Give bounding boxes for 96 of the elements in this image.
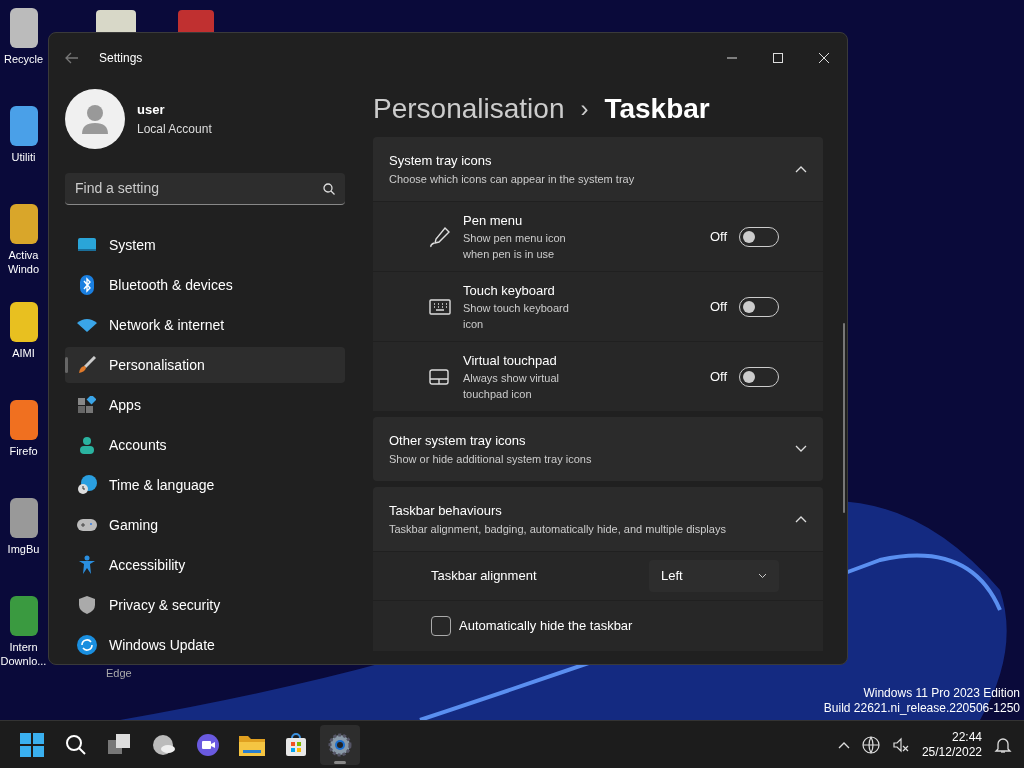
section-description: Taskbar alignment, badging, automatically hide, and multiple displays bbox=[389, 521, 727, 537]
speaker-muted-icon[interactable] bbox=[891, 735, 910, 754]
desktop-icon-label[interactable]: Activa Windo bbox=[7, 248, 40, 276]
sidebar-item[interactable]: Windows Update bbox=[65, 627, 345, 663]
sidebar-item[interactable]: Gaming bbox=[65, 507, 345, 543]
touchpad-icon bbox=[429, 368, 449, 385]
toggle-state-label: Off bbox=[709, 227, 727, 246]
windows-logo-icon[interactable] bbox=[20, 732, 44, 757]
shopping-bag-icon[interactable] bbox=[284, 732, 308, 757]
globe-icon[interactable] bbox=[861, 735, 880, 754]
search-icon[interactable] bbox=[65, 733, 87, 756]
setting-title: Taskbar alignment bbox=[431, 567, 537, 586]
desktop-app-icon[interactable] bbox=[9, 302, 38, 342]
desktop-icon-label[interactable]: ImgBu bbox=[7, 542, 40, 556]
sidebar-item[interactable]: Accessibility bbox=[65, 547, 345, 583]
search-icon bbox=[323, 182, 335, 195]
alignment-dropdown[interactable]: Left bbox=[649, 560, 779, 592]
desktop-app-icon[interactable] bbox=[9, 204, 38, 244]
expander-header[interactable]: Taskbar behaviours Taskbar alignment, badging, automatically hide, and multiple displays bbox=[373, 487, 823, 551]
chevron-down-icon bbox=[758, 573, 767, 579]
clock-time[interactable]: 22:44 bbox=[951, 729, 982, 745]
checkbox-label: Automatically hide the taskbar bbox=[459, 617, 633, 636]
section-description: Choose which icons can appear in the system tray bbox=[389, 171, 636, 187]
setting-description: Show pen menu icon when pen is in use bbox=[463, 231, 567, 263]
cloud-icon[interactable] bbox=[152, 733, 176, 756]
desktop-app-icon[interactable] bbox=[9, 498, 38, 538]
scrollbar-thumb[interactable] bbox=[843, 323, 845, 513]
sidebar-item[interactable]: Bluetooth & devices bbox=[65, 267, 345, 303]
setting-title: Virtual touchpad bbox=[463, 351, 558, 370]
gamepad-icon bbox=[77, 518, 97, 532]
search-field[interactable]: Find a setting bbox=[75, 178, 323, 199]
setting-title: Touch keyboard bbox=[463, 281, 556, 300]
breadcrumb-parent[interactable]: Personalisation bbox=[373, 88, 565, 130]
person-icon bbox=[79, 436, 95, 454]
desktop-icon-label[interactable]: AIMI bbox=[12, 346, 35, 360]
checkbox[interactable] bbox=[431, 616, 451, 636]
sidebar-item[interactable]: Apps bbox=[65, 387, 345, 423]
toggle-state-label: Off bbox=[709, 367, 727, 386]
desktop-app-icon[interactable] bbox=[9, 106, 38, 146]
page-title: Taskbar bbox=[604, 92, 710, 126]
shield-icon bbox=[79, 596, 95, 614]
desktop-app-icon[interactable] bbox=[9, 596, 38, 636]
window-title: Settings bbox=[99, 50, 143, 67]
avatar-icon bbox=[65, 89, 125, 149]
video-chat-icon[interactable] bbox=[196, 732, 220, 757]
maximize-icon bbox=[772, 52, 784, 64]
back-arrow-icon[interactable] bbox=[65, 52, 79, 64]
taskbar-button[interactable] bbox=[320, 724, 360, 765]
desktop-app-icon[interactable] bbox=[9, 400, 38, 440]
setting-description: Always show virtual touchpad icon bbox=[463, 371, 560, 403]
desktop-icon-label[interactable]: Edge bbox=[106, 666, 132, 680]
section-description: Show or hide additional system tray icons bbox=[389, 451, 593, 467]
search-box[interactable]: Find a setting bbox=[65, 173, 345, 205]
close-icon bbox=[818, 52, 830, 64]
wifi-icon bbox=[77, 318, 97, 332]
active-app-indicator bbox=[334, 760, 346, 764]
chevron-up-icon[interactable] bbox=[837, 740, 850, 749]
bluetooth-icon bbox=[79, 275, 95, 295]
section-title: Other system tray icons bbox=[389, 432, 527, 450]
breadcrumb-separator: › bbox=[580, 94, 589, 124]
account-type: Local Account bbox=[137, 120, 212, 138]
expander-header[interactable]: System tray icons Choose which icons can appear in the system tray bbox=[373, 137, 823, 201]
globe-clock-icon bbox=[77, 475, 97, 495]
apps-icon bbox=[78, 396, 96, 414]
section-title: Taskbar behaviours bbox=[389, 502, 503, 520]
edition-text: Build 22621.ni_release.220506-1250 bbox=[823, 701, 1020, 716]
desktop-icon-label[interactable]: Recycle bbox=[3, 52, 44, 66]
edition-text: Windows 11 Pro 2023 Edition bbox=[863, 686, 1020, 701]
clock-date[interactable]: 25/12/2022 bbox=[921, 744, 982, 760]
keyboard-icon bbox=[429, 298, 451, 315]
desktop-icon-label[interactable]: Intern Downlo... bbox=[0, 640, 47, 668]
selection-indicator bbox=[65, 357, 68, 373]
refresh-icon bbox=[77, 635, 97, 655]
expander-header[interactable]: Other system tray icons Show or hide additional system tray icons bbox=[373, 417, 823, 481]
setting-title: Pen menu bbox=[463, 211, 524, 230]
pen-icon bbox=[429, 225, 451, 248]
section-title: System tray icons bbox=[389, 152, 493, 170]
task-view-icon[interactable] bbox=[108, 733, 132, 756]
paintbrush-icon bbox=[78, 356, 96, 374]
gear-icon[interactable] bbox=[328, 732, 352, 757]
notification-bell-icon[interactable] bbox=[994, 735, 1012, 754]
sidebar-item[interactable]: Network & internet bbox=[65, 307, 345, 343]
accessibility-icon bbox=[78, 555, 96, 575]
sidebar-item[interactable]: Personalisation bbox=[65, 347, 345, 383]
desktop-icon-label[interactable]: Utiliti bbox=[11, 150, 36, 164]
account-name: user bbox=[137, 101, 166, 120]
sidebar-item[interactable]: System bbox=[65, 227, 345, 263]
sidebar-item[interactable]: Time & language bbox=[65, 467, 345, 503]
monitor-icon bbox=[77, 237, 97, 253]
desktop-app-icon[interactable] bbox=[9, 8, 38, 48]
sidebar-item[interactable]: Privacy & security bbox=[65, 587, 345, 623]
setting-description: Show touch keyboard icon bbox=[463, 301, 570, 333]
sidebar-item[interactable]: Accounts bbox=[65, 427, 345, 463]
desktop-icon-label[interactable]: Firefo bbox=[9, 444, 38, 458]
toggle-state-label: Off bbox=[709, 297, 727, 316]
folder-icon[interactable] bbox=[239, 733, 265, 756]
